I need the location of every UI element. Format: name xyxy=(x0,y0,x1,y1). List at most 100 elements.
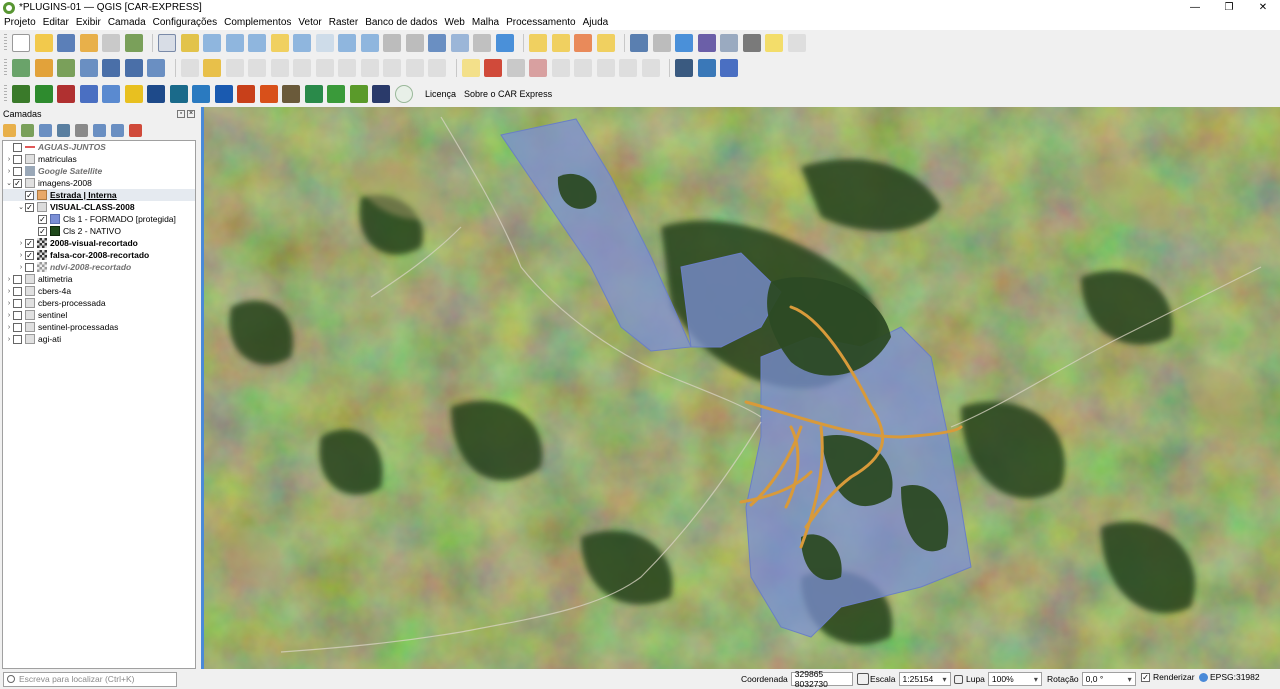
group-row[interactable]: › agi-ati xyxy=(3,333,195,345)
crs-globe-icon[interactable] xyxy=(1199,672,1208,682)
new-project-icon[interactable] xyxy=(12,34,30,52)
crs-group[interactable]: EPSG:31982 xyxy=(1199,672,1260,682)
select-by-value-icon[interactable] xyxy=(551,34,570,52)
layer-checkbox[interactable] xyxy=(13,154,22,164)
lock-icon[interactable] xyxy=(954,674,963,684)
coordinate-field[interactable]: 329865 8032730 xyxy=(790,669,853,689)
menu-exibir[interactable]: Exibir xyxy=(73,17,104,28)
menu-processamento[interactable]: Processamento xyxy=(503,17,578,28)
new-print-layout-icon[interactable] xyxy=(79,34,98,52)
menu-banco-de-dados[interactable]: Banco de dados xyxy=(362,17,440,28)
pan-icon[interactable] xyxy=(158,34,176,52)
save-project-icon[interactable] xyxy=(57,34,75,52)
open-project-icon[interactable] xyxy=(34,34,53,52)
undo-icon[interactable] xyxy=(405,59,424,77)
remove-layer-icon[interactable] xyxy=(129,123,142,137)
attribute-table-icon[interactable] xyxy=(652,34,671,52)
rotate-label-icon[interactable] xyxy=(596,59,615,77)
class-checkbox[interactable]: ✓ xyxy=(38,226,47,236)
expand-arrow-icon[interactable]: › xyxy=(17,264,25,271)
collapse-all-icon[interactable] xyxy=(111,123,124,137)
save-edits-icon[interactable] xyxy=(225,59,244,77)
processing-toolbox-icon[interactable] xyxy=(675,34,693,52)
maximize-button[interactable]: ❐ xyxy=(1212,0,1246,15)
layer-checkbox[interactable] xyxy=(13,274,22,284)
legend-row[interactable]: ✓ Cls 2 - NATIVO xyxy=(3,225,195,237)
menu-editar[interactable]: Editar xyxy=(40,17,72,28)
layer-checkbox[interactable] xyxy=(13,310,22,320)
manage-themes-icon[interactable] xyxy=(39,123,52,137)
new-3d-view-icon[interactable] xyxy=(405,34,424,52)
paste-features-icon[interactable] xyxy=(383,59,401,77)
scissors-plugin-icon[interactable] xyxy=(102,85,120,103)
open-field-calculator-icon[interactable] xyxy=(720,34,738,52)
locator-tool-icon[interactable] xyxy=(787,34,806,52)
sun-plugin-icon[interactable] xyxy=(124,85,143,103)
temporal-controller-icon[interactable] xyxy=(473,34,491,52)
hotspot-plugin-icon[interactable] xyxy=(259,85,278,103)
satellite-plugin-icon[interactable] xyxy=(147,85,165,103)
layer-row[interactable]: › ✓ 2008-visual-recortado xyxy=(3,237,195,249)
rotation-spinbox[interactable]: 0,0 ° xyxy=(1081,672,1136,686)
new-map-view-icon[interactable] xyxy=(383,34,401,52)
statistics-sum-icon[interactable] xyxy=(697,34,716,52)
layer-row[interactable]: ⌄ ✓ VISUAL-CLASS-2008 xyxy=(3,201,195,213)
layer-checkbox[interactable]: ✓ xyxy=(13,178,22,188)
layer-checkbox[interactable]: ✓ xyxy=(25,202,34,212)
legend-row[interactable]: ✓ Cls 1 - FORMADO [protegida] xyxy=(3,213,195,225)
search-plugin-icon[interactable] xyxy=(192,85,210,103)
data-source-manager-icon[interactable] xyxy=(12,59,30,77)
minimize-button[interactable]: — xyxy=(1178,0,1212,15)
delete-selected-icon[interactable] xyxy=(315,59,334,77)
map-tips-icon[interactable] xyxy=(765,34,783,52)
zoom-last-icon[interactable] xyxy=(338,34,356,52)
group-row[interactable]: › altimetria xyxy=(3,273,195,285)
expand-arrow-icon[interactable]: › xyxy=(5,336,13,343)
expand-arrow-icon[interactable]: › xyxy=(5,168,13,175)
crop-plugin-icon[interactable] xyxy=(349,85,368,103)
layer-row[interactable]: › ✓ falsa-cor-2008-recortado xyxy=(3,249,195,261)
group-row[interactable]: ⌄ ✓ imagens-2008 xyxy=(3,177,195,189)
expand-arrow-icon[interactable]: › xyxy=(5,312,13,319)
magnifier-spinbox[interactable]: 100% xyxy=(987,672,1042,686)
menu-web[interactable]: Web xyxy=(441,17,467,28)
style-manager-icon[interactable] xyxy=(124,34,143,52)
pan-to-selection-icon[interactable] xyxy=(180,34,199,52)
toolbar-handle[interactable] xyxy=(4,59,7,77)
modify-attributes-icon[interactable] xyxy=(293,59,311,77)
zoom-native-icon[interactable] xyxy=(315,34,334,52)
zoom-out-icon[interactable] xyxy=(225,34,244,52)
menu-configuracoes[interactable]: Configurações xyxy=(150,17,220,28)
layer-row[interactable]: AGUAS-JUNTOS xyxy=(3,141,195,153)
collapse-arrow-icon[interactable]: ⌄ xyxy=(5,179,13,187)
menu-raster[interactable]: Raster xyxy=(326,17,361,28)
license-link[interactable]: Licença xyxy=(425,89,456,99)
collapse-arrow-icon[interactable]: ⌄ xyxy=(17,203,25,211)
layer-checkbox[interactable] xyxy=(13,322,22,332)
fire-plugin-icon[interactable] xyxy=(237,85,255,103)
group-row[interactable]: › matriculas xyxy=(3,153,195,165)
expand-arrow-icon[interactable]: › xyxy=(5,276,13,283)
toolbar-handle[interactable] xyxy=(4,85,7,103)
add-feature-icon[interactable] xyxy=(248,59,266,77)
zoom-full-icon[interactable] xyxy=(248,34,266,52)
new-geopackage-icon[interactable] xyxy=(34,59,53,77)
expand-all-icon[interactable] xyxy=(93,123,106,137)
render-checkbox[interactable]: ✓ xyxy=(1141,672,1150,682)
float-panel-icon[interactable]: ▫ xyxy=(177,110,185,118)
expand-arrow-icon[interactable]: › xyxy=(5,156,13,163)
measure-icon[interactable] xyxy=(742,34,761,52)
locator-search-input[interactable]: Escreva para localizar (Ctrl+K) xyxy=(3,671,177,687)
vertex-tool-icon[interactable] xyxy=(270,59,289,77)
expand-arrow-icon[interactable]: › xyxy=(5,288,13,295)
filter-expression-icon[interactable] xyxy=(75,123,88,137)
layer-styling-icon[interactable] xyxy=(3,123,16,137)
toggle-editing-icon[interactable] xyxy=(203,59,221,77)
toolbar-handle[interactable] xyxy=(4,34,7,52)
layer-row[interactable]: › ndvi-2008-recortado xyxy=(3,261,195,273)
crs-label[interactable]: EPSG:31982 xyxy=(1210,672,1260,682)
zoom-to-selection-icon[interactable] xyxy=(270,34,289,52)
plugin-globe-icon[interactable] xyxy=(675,59,693,77)
layer-checkbox[interactable] xyxy=(13,142,22,152)
add-wms-icon[interactable] xyxy=(124,59,143,77)
